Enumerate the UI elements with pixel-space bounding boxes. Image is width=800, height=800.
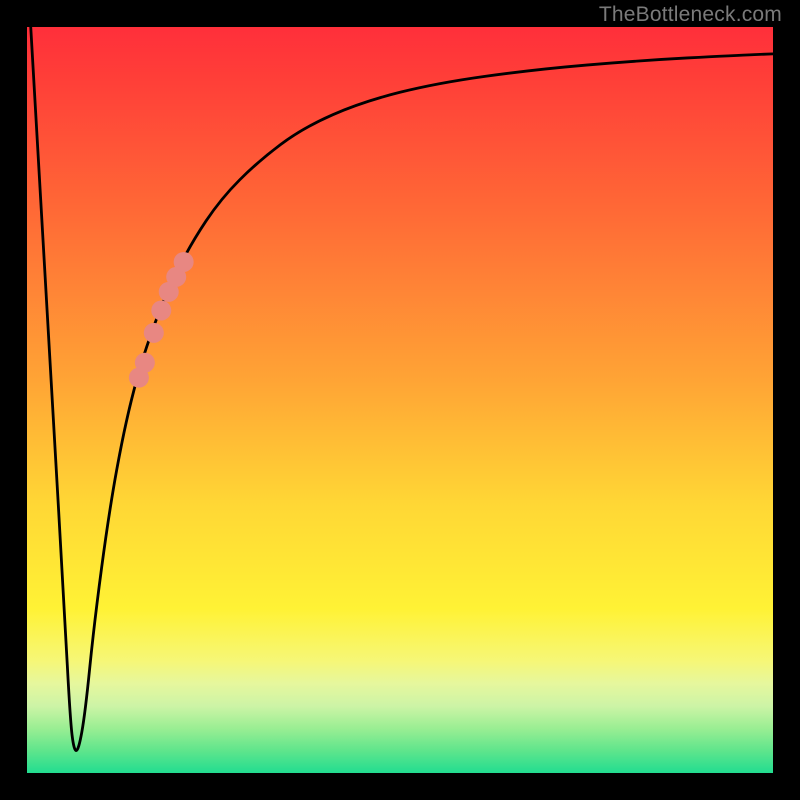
curve-svg (27, 27, 773, 773)
highlight-dot (174, 252, 194, 272)
bottleneck-curve (31, 27, 773, 751)
highlight-dot (144, 323, 164, 343)
highlight-group (129, 252, 194, 388)
highlight-dot (135, 353, 155, 373)
highlight-dot (151, 300, 171, 320)
plot-area (27, 27, 773, 773)
watermark-text: TheBottleneck.com (599, 3, 782, 27)
chart-frame: TheBottleneck.com (0, 0, 800, 800)
